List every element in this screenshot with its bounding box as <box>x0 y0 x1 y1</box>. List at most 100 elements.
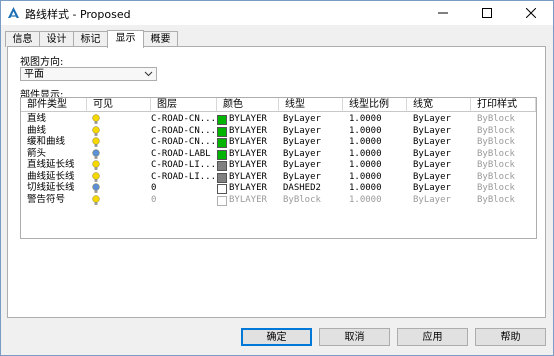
table-row[interactable]: 缓和曲线 C-ROAD-CN... BYLAYER ByLayer 1.0000 ByLa… <box>21 136 536 148</box>
maximize-button[interactable] <box>465 1 509 25</box>
cell-layer[interactable]: C-ROAD-LI... <box>151 171 215 183</box>
lightbulb-off-icon[interactable] <box>91 183 101 194</box>
color-swatch[interactable] <box>217 126 227 137</box>
cell-layer[interactable]: C-ROAD-CN... <box>151 113 215 125</box>
cell-type[interactable]: 警告符号 <box>27 194 85 206</box>
cell-color[interactable]: BYLAYER <box>229 171 289 183</box>
lightbulb-on-icon[interactable] <box>91 114 101 125</box>
cell-lineweight[interactable]: ByLayer <box>413 125 469 137</box>
cell-linetype[interactable]: ByLayer <box>283 113 341 125</box>
minimize-button[interactable] <box>421 1 465 25</box>
column-header-linetype-scale[interactable]: 线型比例 <box>343 98 407 111</box>
cell-type[interactable]: 曲线延长线 <box>27 171 85 183</box>
color-swatch[interactable] <box>217 184 227 194</box>
cell-type[interactable]: 曲线 <box>27 125 85 137</box>
lightbulb-on-icon[interactable] <box>91 194 101 206</box>
cell-linetype[interactable]: ByLayer <box>283 136 341 148</box>
cell-linetype-scale[interactable]: 1.0000 <box>349 148 405 160</box>
lightbulb-on-icon[interactable] <box>91 160 101 171</box>
cell-type[interactable]: 直线延长线 <box>27 159 85 171</box>
column-header-plot-style[interactable]: 打印样式 <box>471 98 536 111</box>
cell-layer[interactable]: 0 <box>151 182 215 194</box>
table-row[interactable]: 直线 C-ROAD-CN... BYLAYER ByLayer 1.0000 ByLaye… <box>21 113 536 125</box>
cell-layer[interactable]: C-ROAD-CN... <box>151 125 215 137</box>
cell-plot-style[interactable]: ByBlock <box>477 171 533 183</box>
cell-linetype-scale[interactable]: 1.0000 <box>349 182 405 194</box>
cell-linetype[interactable]: ByBlock <box>283 194 341 206</box>
cell-lineweight[interactable]: ByLayer <box>413 194 469 206</box>
color-swatch[interactable] <box>217 115 227 125</box>
column-header-visible[interactable]: 可见 <box>87 98 151 111</box>
color-swatch[interactable] <box>217 138 227 148</box>
cell-color[interactable]: BYLAYER <box>229 159 289 171</box>
apply-button[interactable]: 应用 <box>397 328 468 346</box>
tab-display[interactable]: 显示 <box>107 30 144 48</box>
cell-layer[interactable]: C-ROAD-CN... <box>151 136 215 148</box>
cell-plot-style[interactable]: ByBlock <box>477 194 533 206</box>
lightbulb-on-icon[interactable] <box>91 137 101 148</box>
column-header-type[interactable]: 部件类型 <box>21 98 87 111</box>
cell-color[interactable]: BYLAYER <box>229 182 289 194</box>
column-header-layer[interactable]: 图层 <box>151 98 217 111</box>
cell-lineweight[interactable]: ByLayer <box>413 182 469 194</box>
cell-linetype-scale[interactable]: 1.0000 <box>349 113 405 125</box>
lightbulb-off-icon[interactable] <box>91 148 101 160</box>
cell-color[interactable]: BYLAYER <box>229 113 289 125</box>
cell-type[interactable]: 缓和曲线 <box>27 136 85 148</box>
cell-lineweight[interactable]: ByLayer <box>413 171 469 183</box>
cell-color[interactable]: BYLAYER <box>229 136 289 148</box>
close-button[interactable] <box>509 1 553 25</box>
ok-button[interactable]: 确定 <box>241 328 312 346</box>
cell-lineweight[interactable]: ByLayer <box>413 136 469 148</box>
cell-plot-style[interactable]: ByBlock <box>477 148 533 160</box>
lightbulb-on-icon[interactable] <box>91 125 101 137</box>
color-swatch[interactable] <box>217 172 227 183</box>
cell-type[interactable]: 箭头 <box>27 148 85 160</box>
tab-design[interactable]: 设计 <box>39 31 74 47</box>
cell-type[interactable]: 切线延长线 <box>27 182 85 194</box>
cell-plot-style[interactable]: ByBlock <box>477 182 533 194</box>
color-swatch[interactable] <box>217 161 227 171</box>
table-row[interactable]: 警告符号 0 BYLAYER ByBlock 1.0000 ByLayer ByBlock <box>21 194 536 206</box>
cell-linetype-scale[interactable]: 1.0000 <box>349 194 405 206</box>
cell-layer[interactable]: C-ROAD-LABL <box>151 148 215 160</box>
cell-color[interactable]: BYLAYER <box>229 194 289 206</box>
cell-linetype[interactable]: DASHED2 <box>283 182 341 194</box>
cell-linetype-scale[interactable]: 1.0000 <box>349 125 405 137</box>
cell-plot-style[interactable]: ByBlock <box>477 136 533 148</box>
cell-linetype[interactable]: ByLayer <box>283 171 341 183</box>
cell-linetype[interactable]: ByLayer <box>283 148 341 160</box>
title-bar[interactable]: 路线样式 - Proposed <box>1 1 553 25</box>
cell-type[interactable]: 直线 <box>27 113 85 125</box>
table-row[interactable]: 曲线延长线 C-ROAD-LI... BYLAYER ByLayer 1.0000 ByL… <box>21 171 536 183</box>
cell-linetype-scale[interactable]: 1.0000 <box>349 159 405 171</box>
lightbulb-on-icon[interactable] <box>91 171 101 183</box>
cell-layer[interactable]: 0 <box>151 194 215 206</box>
cell-linetype-scale[interactable]: 1.0000 <box>349 171 405 183</box>
help-button[interactable]: 帮助 <box>475 328 546 346</box>
cell-layer[interactable]: C-ROAD-LI... <box>151 159 215 171</box>
cancel-button[interactable]: 取消 <box>319 328 390 346</box>
table-row[interactable]: 曲线 C-ROAD-CN... BYLAYER ByLayer 1.0000 ByLaye… <box>21 125 536 137</box>
column-header-lineweight[interactable]: 线宽 <box>407 98 471 111</box>
tab-info[interactable]: 信息 <box>5 31 40 47</box>
cell-plot-style[interactable]: ByBlock <box>477 113 533 125</box>
view-direction-select[interactable]: 平面 <box>20 67 157 81</box>
cell-linetype[interactable]: ByLayer <box>283 159 341 171</box>
cell-plot-style[interactable]: ByBlock <box>477 125 533 137</box>
cell-lineweight[interactable]: ByLayer <box>413 113 469 125</box>
color-swatch[interactable] <box>217 195 227 206</box>
column-header-color[interactable]: 颜色 <box>217 98 279 111</box>
cell-color[interactable]: BYLAYER <box>229 125 289 137</box>
column-header-linetype[interactable]: 线型 <box>279 98 343 111</box>
cell-color[interactable]: BYLAYER <box>229 148 289 160</box>
cell-lineweight[interactable]: ByLayer <box>413 159 469 171</box>
table-row[interactable]: 箭头 C-ROAD-LABL BYLAYER ByLayer 1.0000 ByLayer… <box>21 148 536 160</box>
cell-linetype[interactable]: ByLayer <box>283 125 341 137</box>
color-swatch[interactable] <box>217 149 227 160</box>
table-row[interactable]: 切线延长线 0 BYLAYER DASHED2 1.0000 ByLayer ByBlock <box>21 182 536 194</box>
cell-plot-style[interactable]: ByBlock <box>477 159 533 171</box>
tab-markers[interactable]: 标记 <box>73 31 108 47</box>
cell-linetype-scale[interactable]: 1.0000 <box>349 136 405 148</box>
tab-summary[interactable]: 概要 <box>143 31 178 47</box>
